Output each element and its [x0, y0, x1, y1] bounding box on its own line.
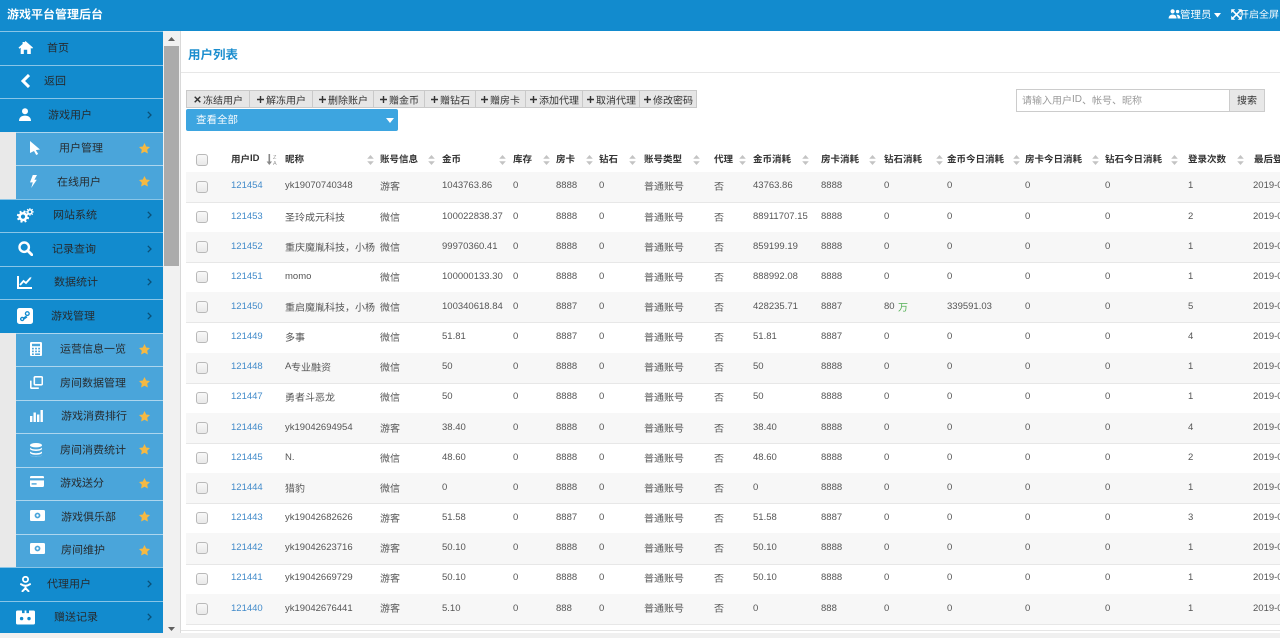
svg-text:A: A	[273, 161, 277, 165]
